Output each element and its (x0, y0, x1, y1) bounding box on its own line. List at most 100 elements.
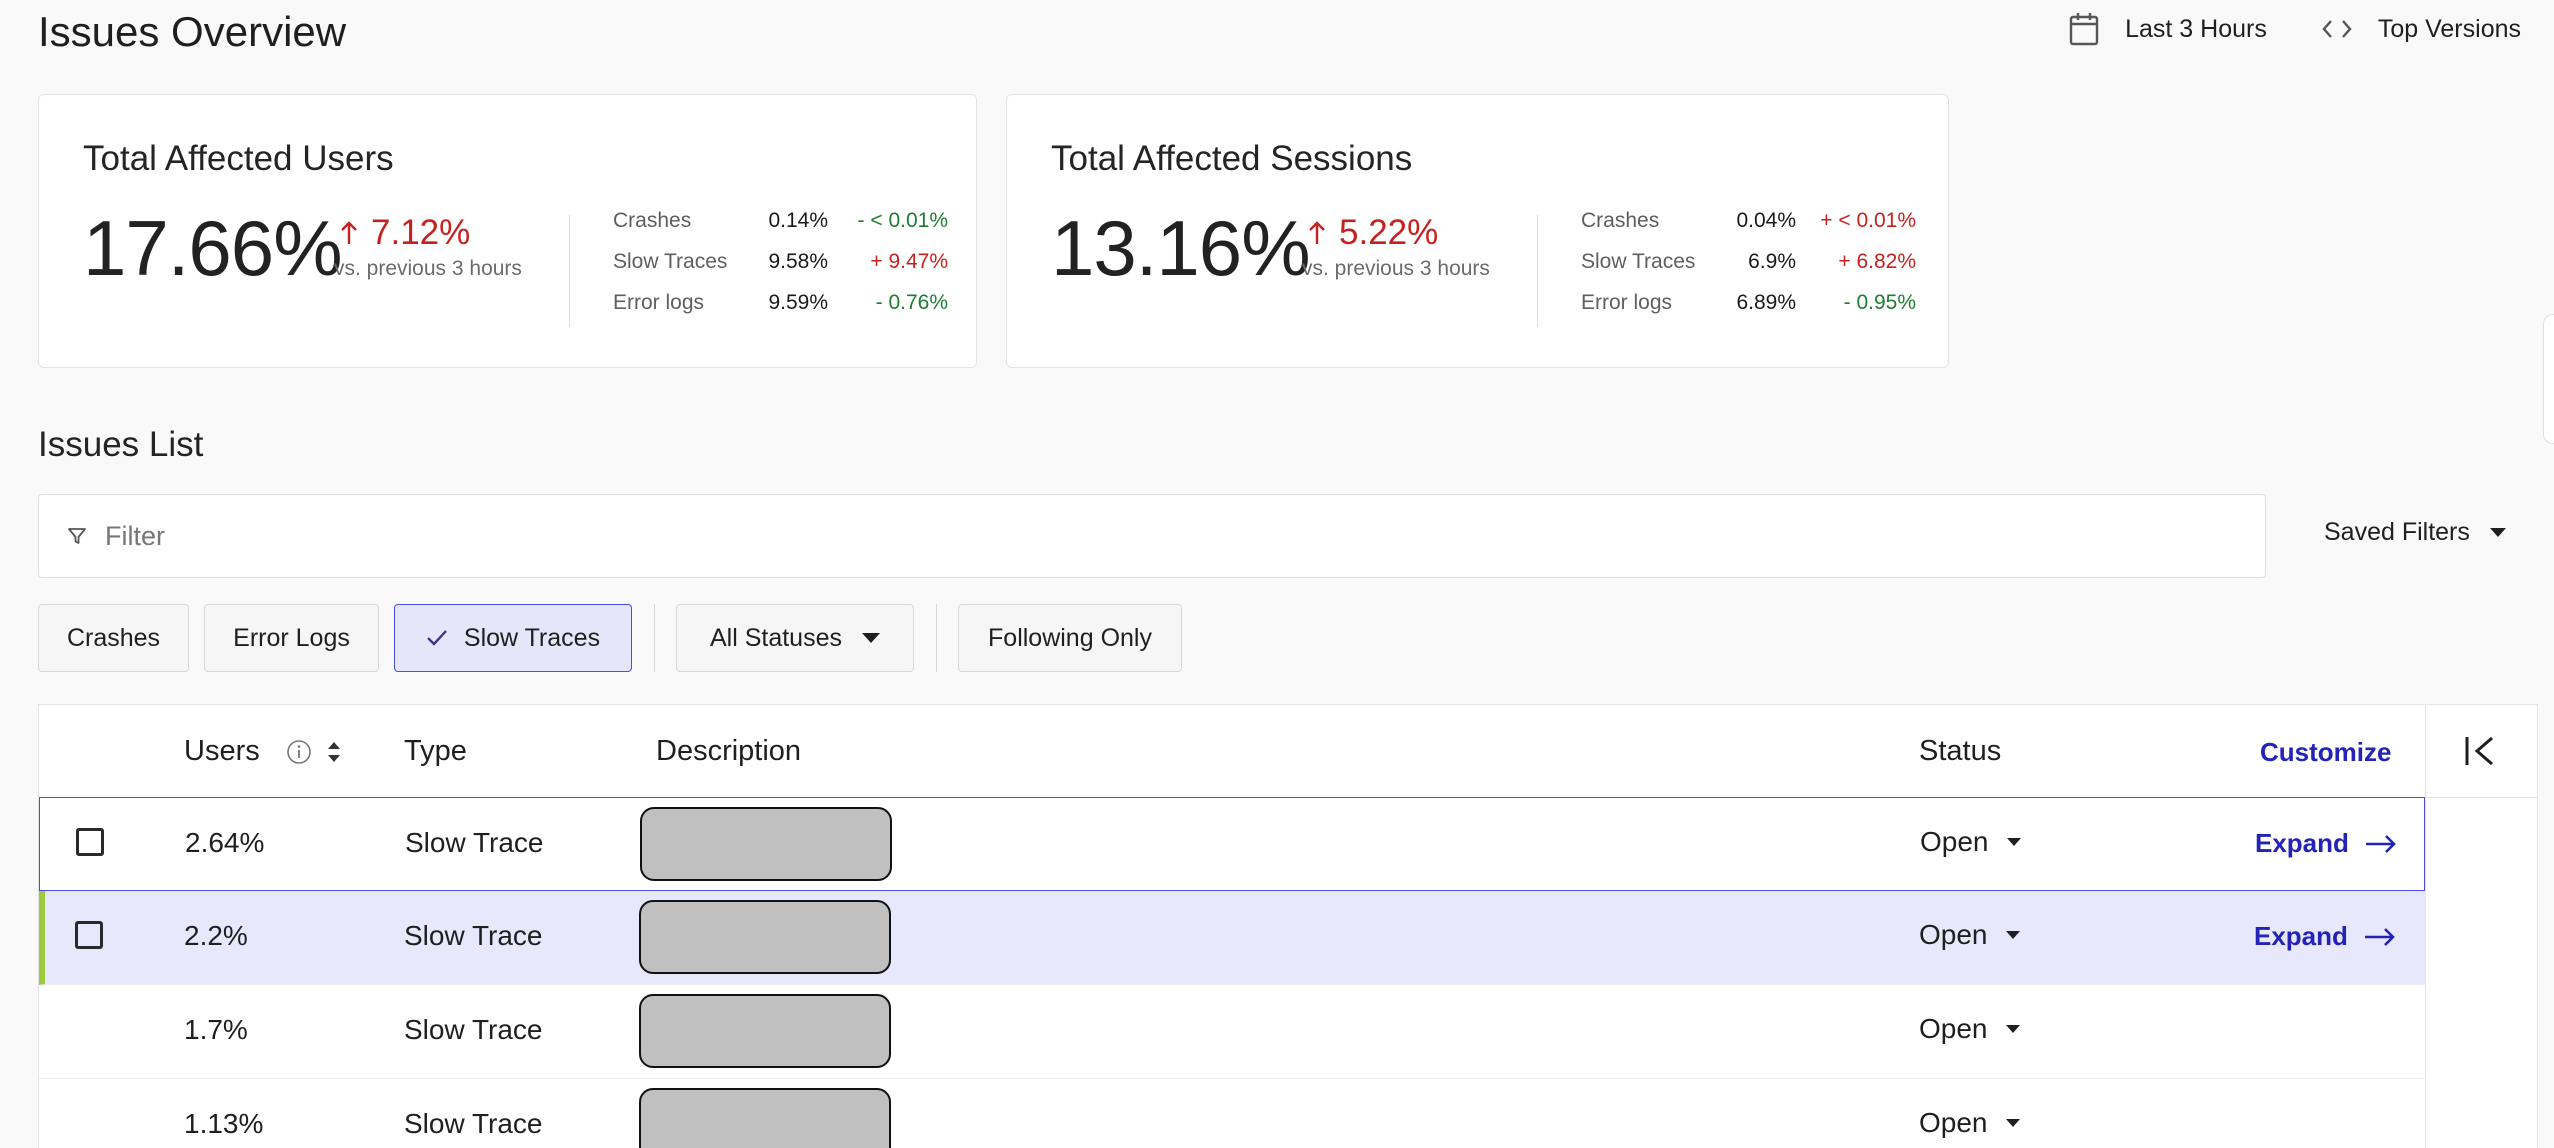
chip-label: Slow Traces (463, 623, 601, 652)
affected-sessions-value: 13.16% (1051, 204, 1311, 292)
expand-button[interactable]: Expand (2255, 828, 2397, 859)
top-actions: Last 3 Hours Top Versions (2069, 12, 2521, 46)
breakdown-change: - 0.76% (875, 291, 948, 314)
arrow-right-icon (2364, 927, 2395, 946)
divider (1537, 215, 1538, 327)
delta-value: 5.22% (1339, 213, 1439, 252)
caret-down-icon (2005, 931, 2020, 939)
side-panel-handle[interactable] (2543, 314, 2554, 444)
breakdown-value: 6.89% (1736, 291, 1796, 314)
description-column-header: Description (656, 735, 802, 767)
breakdown-change: - < 0.01% (857, 209, 948, 232)
row-checkbox[interactable] (75, 921, 103, 949)
users-cell: 2.2% (184, 920, 248, 951)
chip-divider (654, 604, 655, 672)
error-logs-chip[interactable]: Error Logs (204, 604, 379, 672)
table-row[interactable]: 1.7% Slow Trace Open (39, 985, 2425, 1079)
delta-value: 7.12% (371, 213, 471, 252)
table-row[interactable]: 1.13% Slow Trace Open (39, 1079, 2425, 1148)
arrow-up-icon (1309, 221, 1325, 244)
breakdown-label: Crashes (613, 209, 692, 232)
row-checkbox[interactable] (76, 828, 104, 856)
breakdown-value: 9.59% (768, 291, 828, 314)
chip-label: Crashes (66, 623, 161, 652)
breakdown-value: 0.04% (1736, 209, 1796, 232)
breakdown-table: Crashes 0.14% - < 0.01% Slow Traces 9.58… (613, 209, 948, 315)
crashes-chip[interactable]: Crashes (38, 604, 189, 672)
code-brackets-icon (2322, 20, 2352, 38)
users-cell: 1.7% (184, 1014, 248, 1045)
issues-table: Users Type Description Status Customize … (38, 704, 2538, 1148)
breakdown-change: + 9.47% (870, 250, 948, 273)
info-icon[interactable] (286, 739, 312, 765)
affected-sessions-card: Total Affected Sessions 13.16% 5.22% vs.… (1006, 94, 1949, 368)
customize-button[interactable]: Customize (2260, 737, 2391, 768)
chip-label: All Statuses (709, 623, 842, 652)
delta: 7.12% (339, 213, 470, 253)
caret-down-icon (2006, 838, 2021, 846)
top-versions-button[interactable]: Top Versions (2322, 15, 2521, 44)
users-cell: 1.13% (184, 1108, 264, 1139)
status-label: Open (1919, 919, 1988, 950)
all-statuses-dropdown[interactable]: All Statuses (676, 604, 914, 672)
divider (2426, 797, 2537, 798)
caret-down-icon (862, 633, 880, 643)
type-cell: Slow Trace (404, 920, 543, 951)
time-range-button[interactable]: Last 3 Hours (2069, 12, 2267, 46)
delta: 5.22% (1307, 213, 1438, 253)
affected-users-card: Total Affected Users 17.66% 7.12% vs. pr… (38, 94, 977, 368)
breakdown-label: Error logs (613, 291, 705, 314)
breakdown-label: Slow Traces (613, 250, 728, 273)
breakdown-table: Crashes 0.04% + < 0.01% Slow Traces 6.9%… (1581, 209, 1916, 315)
redacted-description (639, 994, 891, 1068)
expand-button[interactable]: Expand (2254, 921, 2396, 952)
page-title: Issues Overview (38, 8, 347, 55)
breakdown-change: - 0.95% (1843, 291, 1916, 314)
filter-input[interactable] (103, 519, 2107, 553)
following-only-chip[interactable]: Following Only (958, 604, 1182, 672)
type-cell: Slow Trace (404, 1108, 543, 1139)
breakdown-label: Crashes (1581, 209, 1660, 232)
sort-icon[interactable] (326, 739, 342, 765)
table-row[interactable]: 2.2% Slow Trace Open Expand (39, 891, 2425, 985)
card-title: Total Affected Sessions (1051, 139, 1413, 178)
saved-filters-label: Saved Filters (2324, 518, 2470, 546)
status-label: Open (1919, 1013, 1988, 1044)
breakdown-value: 0.14% (768, 209, 828, 232)
filter-icon (68, 528, 86, 544)
saved-filters-dropdown[interactable]: Saved Filters (2324, 518, 2506, 547)
status-dropdown[interactable]: Open (1920, 826, 2021, 858)
collapse-left-icon[interactable] (2464, 735, 2498, 767)
issues-list-title: Issues List (38, 425, 204, 464)
breakdown-label: Slow Traces (1581, 250, 1696, 273)
type-cell: Slow Trace (405, 827, 544, 858)
breakdown-change: + < 0.01% (1820, 209, 1916, 232)
chip-divider (936, 604, 937, 672)
comparison-label: vs. previous 3 hours (1302, 257, 1490, 280)
expand-label: Expand (2254, 921, 2348, 951)
arrow-right-icon (2365, 834, 2396, 853)
status-dropdown[interactable]: Open (1919, 1107, 2020, 1139)
table-row[interactable]: 2.64% Slow Trace Open Expand (39, 797, 2425, 891)
checkmark-icon (427, 630, 447, 646)
calendar-icon (2069, 13, 2099, 46)
chip-label: Error Logs (233, 623, 350, 652)
status-dropdown[interactable]: Open (1919, 1013, 2020, 1045)
status-label: Open (1920, 826, 1989, 857)
caret-down-icon (2005, 1119, 2020, 1127)
filter-bar[interactable] (38, 494, 2266, 578)
column-label: Users (184, 735, 260, 767)
breakdown-label: Error logs (1581, 291, 1673, 314)
expand-label: Expand (2255, 828, 2349, 858)
top-versions-label: Top Versions (2377, 14, 2521, 43)
slow-traces-chip[interactable]: Slow Traces (394, 604, 632, 672)
status-dropdown[interactable]: Open (1919, 919, 2020, 951)
side-column (2425, 705, 2537, 1148)
users-column-header[interactable]: Users (184, 735, 342, 768)
arrow-up-icon (341, 221, 357, 244)
breakdown-change: + 6.82% (1838, 250, 1916, 273)
users-cell: 2.64% (185, 827, 265, 858)
status-label: Open (1919, 1107, 1988, 1138)
breakdown-value: 6.9% (1748, 250, 1796, 273)
divider (569, 215, 570, 327)
